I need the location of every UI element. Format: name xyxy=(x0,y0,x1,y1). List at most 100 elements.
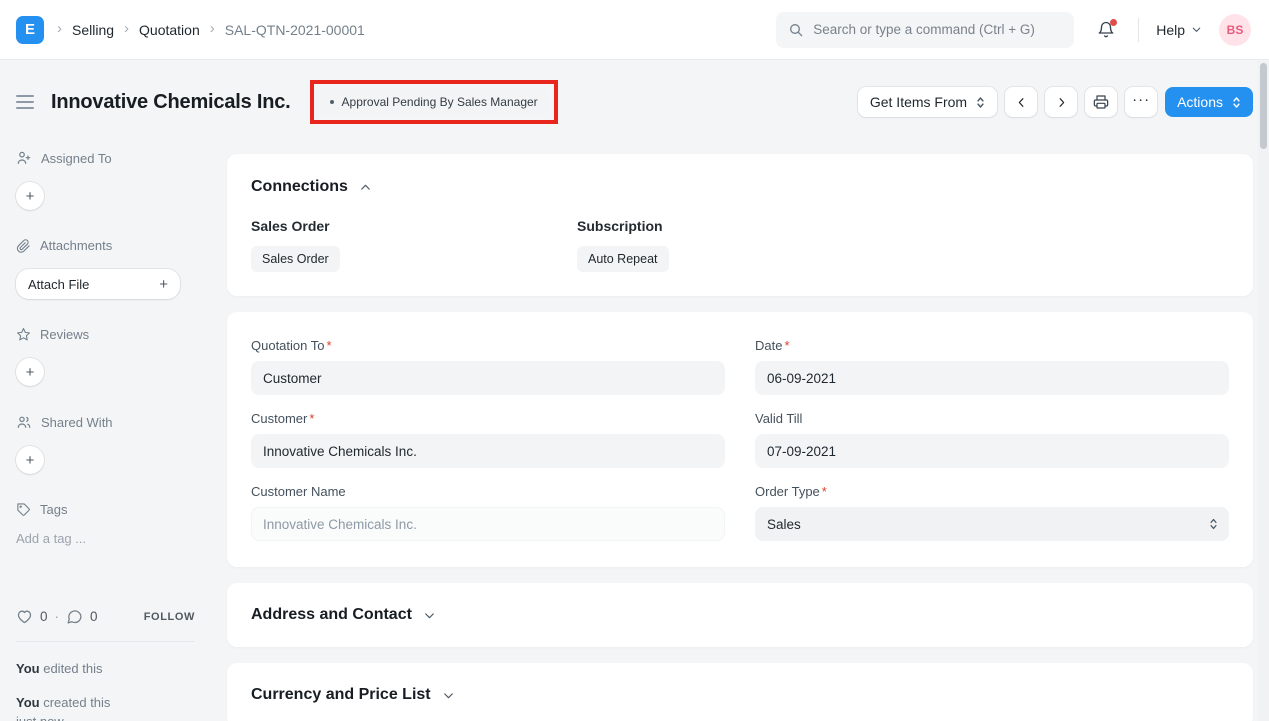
sidebar-toggle-icon[interactable] xyxy=(16,91,34,114)
add-review-button[interactable]: + xyxy=(16,358,44,386)
comments-count: 0 xyxy=(90,609,98,624)
field-label: Customer xyxy=(251,411,307,426)
likes-count: 0 xyxy=(40,609,48,624)
field-label: Order Type xyxy=(755,484,820,499)
select-caret-icon xyxy=(1232,96,1241,109)
notification-dot-icon xyxy=(1110,19,1117,26)
social-row: 0 · 0 FOLLOW xyxy=(16,608,195,625)
date-input[interactable] xyxy=(755,361,1229,395)
details-card: Quotation To* Date* Customer* xyxy=(227,312,1253,567)
help-menu[interactable]: Help xyxy=(1156,22,1202,38)
notifications-button[interactable] xyxy=(1091,15,1121,45)
field-date: Date* xyxy=(755,338,1229,395)
valid-till-input[interactable] xyxy=(755,434,1229,468)
previous-document-button[interactable] xyxy=(1005,87,1037,117)
customer-name-input xyxy=(251,507,725,541)
tags-section: Tags Add a tag ... xyxy=(16,502,195,546)
global-search[interactable] xyxy=(776,12,1074,48)
required-asterisk: * xyxy=(309,411,314,426)
required-asterisk: * xyxy=(784,338,789,353)
scrollbar-thumb[interactable] xyxy=(1260,63,1267,149)
comment-icon[interactable] xyxy=(66,608,83,625)
activity-who: You xyxy=(16,695,40,710)
activity-entry: You created this just now xyxy=(16,694,195,721)
connection-group-label: Sales Order xyxy=(251,218,577,234)
attach-file-button[interactable]: Attach File + xyxy=(16,269,180,299)
field-label: Date xyxy=(755,338,782,353)
address-contact-section-toggle[interactable]: Address and Contact xyxy=(251,606,1229,624)
breadcrumb-item-current-doc: SAL-QTN-2021-00001 xyxy=(225,22,365,38)
navbar-right: Help BS xyxy=(776,12,1251,48)
connections-groups: Sales Order Sales Order Subscription Aut… xyxy=(251,218,1229,272)
sales-order-link-button[interactable]: Sales Order xyxy=(251,246,340,272)
actions-button[interactable]: Actions xyxy=(1165,87,1253,117)
page-layout: Assigned To + Attachments Attach File + xyxy=(0,138,1269,721)
actions-label: Actions xyxy=(1177,94,1223,110)
shared-with-section: Shared With + xyxy=(16,414,195,474)
customer-input[interactable] xyxy=(251,434,725,468)
shared-with-label: Shared With xyxy=(41,415,113,430)
attachments-header: Attachments xyxy=(16,238,195,253)
get-items-from-label: Get Items From xyxy=(870,94,967,110)
attachments-label: Attachments xyxy=(40,238,112,253)
search-input[interactable] xyxy=(813,22,1062,37)
activity-action: created this xyxy=(43,695,110,710)
order-type-value: Sales xyxy=(767,517,801,532)
ellipsis-icon: ··· xyxy=(1132,92,1150,113)
connections-card: Connections Sales Order Sales Order Subs… xyxy=(227,154,1253,296)
main-content: Connections Sales Order Sales Order Subs… xyxy=(211,138,1269,721)
connection-group-sales-order: Sales Order Sales Order xyxy=(251,218,577,272)
field-customer-name: Customer Name xyxy=(251,484,725,541)
heart-icon[interactable] xyxy=(16,608,33,625)
field-customer: Customer* xyxy=(251,411,725,468)
app-logo[interactable]: E xyxy=(16,16,44,44)
add-tag-input[interactable]: Add a tag ... xyxy=(16,531,195,546)
order-type-select[interactable]: Sales xyxy=(755,507,1229,541)
assigned-to-header: Assigned To xyxy=(16,150,195,166)
get-items-from-button[interactable]: Get Items From xyxy=(858,87,997,117)
breadcrumb-item-quotation[interactable]: Quotation xyxy=(139,22,200,38)
breadcrumb-separator-icon: › xyxy=(210,21,215,38)
chevron-up-icon xyxy=(359,181,372,194)
sidebar-divider xyxy=(16,641,195,642)
tags-label: Tags xyxy=(40,502,67,517)
attach-file-label: Attach File xyxy=(28,277,89,292)
chevron-down-icon xyxy=(442,689,455,702)
print-button[interactable] xyxy=(1085,87,1117,117)
details-form: Quotation To* Date* Customer* xyxy=(227,312,1253,567)
select-caret-icon xyxy=(1209,518,1218,531)
activity-who: You xyxy=(16,661,40,676)
breadcrumb-separator-icon: › xyxy=(57,21,62,38)
activity-action: edited this xyxy=(43,661,102,676)
user-avatar[interactable]: BS xyxy=(1219,14,1251,46)
field-label: Quotation To xyxy=(251,338,324,353)
activity-entry: You edited this xyxy=(16,660,195,679)
search-icon xyxy=(788,22,804,38)
select-caret-icon xyxy=(976,96,985,109)
connections-section-toggle[interactable]: Connections xyxy=(251,178,1229,196)
page-title: Innovative Chemicals Inc. xyxy=(51,91,291,114)
next-document-button[interactable] xyxy=(1045,87,1077,117)
menu-button[interactable]: ··· xyxy=(1125,87,1157,117)
field-valid-till: Valid Till xyxy=(755,411,1229,468)
connection-group-subscription: Subscription Auto Repeat xyxy=(577,218,903,272)
assigned-to-label: Assigned To xyxy=(41,151,112,166)
follow-button[interactable]: FOLLOW xyxy=(144,611,195,623)
add-share-button[interactable]: + xyxy=(16,446,44,474)
page-actions: Get Items From ··· Actions xyxy=(858,87,1253,117)
currency-price-list-card: Currency and Price List xyxy=(227,663,1253,721)
paperclip-icon xyxy=(16,238,31,253)
field-label: Valid Till xyxy=(755,411,802,426)
connection-group-label: Subscription xyxy=(577,218,903,234)
breadcrumb-item-selling[interactable]: Selling xyxy=(72,22,114,38)
reviews-header: Reviews xyxy=(16,327,195,342)
quotation-to-input[interactable] xyxy=(251,361,725,395)
status-badge-label: Approval Pending By Sales Manager xyxy=(342,95,538,109)
user-plus-icon xyxy=(16,150,32,166)
required-asterisk: * xyxy=(326,338,331,353)
add-assignment-button[interactable]: + xyxy=(16,182,44,210)
status-dot-icon xyxy=(330,100,334,104)
auto-repeat-link-button[interactable]: Auto Repeat xyxy=(577,246,669,272)
currency-price-list-section-toggle[interactable]: Currency and Price List xyxy=(251,686,1229,704)
navbar: E › Selling › Quotation › SAL-QTN-2021-0… xyxy=(0,0,1269,60)
